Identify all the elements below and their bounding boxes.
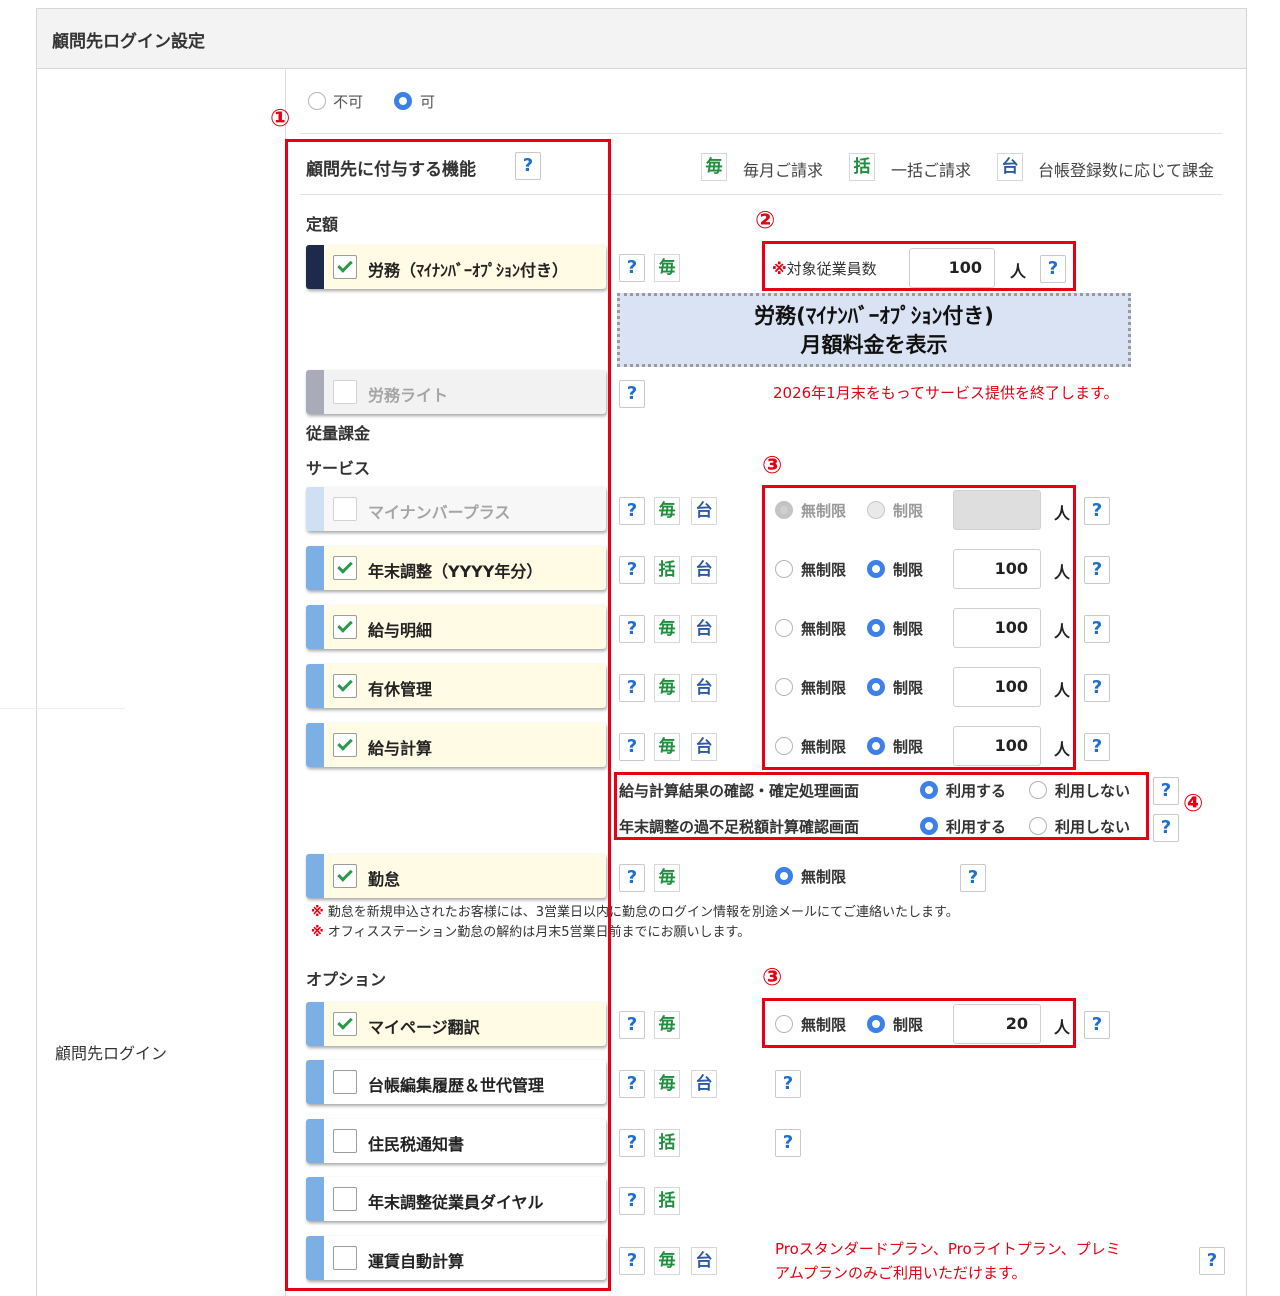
lump-badge-icon: 括 <box>849 153 875 181</box>
monthly-fee-line1: 労務(ﾏｲﾅﾝﾊﾞｰｵﾌﾟｼｮﾝ付き) <box>754 304 994 328</box>
row-label: 顧問先ログイン <box>55 1044 168 1063</box>
help-icon[interactable]: ? <box>775 1070 801 1098</box>
help-icon[interactable]: ? <box>1084 733 1110 761</box>
plan-notice-line1: Proスタンダードプラン、Proライトプラン、プレミ <box>775 1240 1121 1258</box>
end-of-service-notice: 2026年1月末をもってサービス提供を終了します。 <box>773 384 1119 402</box>
annotation-box-3 <box>762 485 1076 770</box>
annotation-marker-3b: ③ <box>762 963 783 991</box>
help-icon[interactable]: ? <box>1199 1247 1225 1275</box>
ledger-badge-icon: 台 <box>691 733 717 761</box>
access-allow-radio[interactable] <box>394 92 412 110</box>
lump-badge-icon: 括 <box>654 556 680 584</box>
help-icon[interactable]: ? <box>619 1187 645 1215</box>
help-icon[interactable]: ? <box>619 1070 645 1098</box>
help-icon[interactable]: ? <box>1084 674 1110 702</box>
monthly-badge-icon: 毎 <box>701 153 727 181</box>
annotation-box-3b <box>762 998 1076 1048</box>
monthly-badge-icon: 毎 <box>654 254 680 282</box>
help-icon[interactable]: ? <box>1084 497 1110 525</box>
lump-badge-icon: 括 <box>654 1187 680 1215</box>
annotation-marker-3: ③ <box>762 451 783 479</box>
access-disallow-radio[interactable] <box>308 92 326 110</box>
legend-lump: 一括ご請求 <box>891 161 972 180</box>
roumu-help-icon[interactable]: ? <box>619 254 645 282</box>
lump-badge-icon: 括 <box>654 1129 680 1157</box>
help-icon[interactable]: ? <box>1084 1011 1110 1039</box>
annotation-marker-4: ④ <box>1183 789 1204 817</box>
monthly-badge-icon: 毎 <box>654 1070 680 1098</box>
ledger-badge-icon: 台 <box>691 556 717 584</box>
monthly-fee-line2: 月額料金を表示 <box>800 333 948 357</box>
monthly-badge-icon: 毎 <box>654 497 680 525</box>
help-icon[interactable]: ? <box>619 1011 645 1039</box>
monthly-badge-icon: 毎 <box>654 674 680 702</box>
help-icon[interactable]: ? <box>619 1129 645 1157</box>
row-divider <box>0 708 125 709</box>
plan-notice-line2: アムプランのみご利用いただけます。 <box>775 1264 1027 1282</box>
help-icon[interactable]: ? <box>619 497 645 525</box>
unlimited-label: 無制限 <box>801 868 847 886</box>
help-icon[interactable]: ? <box>619 733 645 761</box>
help-icon[interactable]: ? <box>1153 777 1179 805</box>
ledger-badge-icon: 台 <box>691 497 717 525</box>
roumu-lite-help-icon[interactable]: ? <box>619 380 645 408</box>
ledger-badge-icon: 台 <box>691 674 717 702</box>
monthly-badge-icon: 毎 <box>654 864 680 892</box>
unlimited-radio[interactable] <box>775 867 793 885</box>
annotation-box-4 <box>614 772 1149 840</box>
help-icon[interactable]: ? <box>1084 615 1110 643</box>
annotation-marker-2: ② <box>755 206 776 234</box>
divider <box>300 133 1222 134</box>
ledger-badge-icon: 台 <box>997 153 1023 181</box>
access-allow-label: 可 <box>420 93 436 111</box>
help-icon[interactable]: ? <box>619 674 645 702</box>
annotation-box-2 <box>762 241 1076 291</box>
monthly-badge-icon: 毎 <box>654 733 680 761</box>
monthly-badge-icon: 毎 <box>654 615 680 643</box>
help-icon[interactable]: ? <box>619 1247 645 1275</box>
legend-monthly: 毎月ご請求 <box>743 161 824 180</box>
access-disallow-label: 不可 <box>333 93 364 111</box>
help-icon[interactable]: ? <box>775 1129 801 1157</box>
annotation-box-1 <box>285 139 611 1291</box>
panel-title: 顧問先ログイン設定 <box>52 32 205 52</box>
monthly-badge-icon: 毎 <box>654 1011 680 1039</box>
ledger-badge-icon: 台 <box>691 1070 717 1098</box>
help-icon[interactable]: ? <box>960 864 986 892</box>
help-icon[interactable]: ? <box>619 556 645 584</box>
legend-ledger: 台帳登録数に応じて課金 <box>1038 161 1215 180</box>
monthly-badge-icon: 毎 <box>654 1247 680 1275</box>
help-icon[interactable]: ? <box>1084 556 1110 584</box>
help-icon[interactable]: ? <box>619 864 645 892</box>
help-icon[interactable]: ? <box>619 615 645 643</box>
annotation-marker-1: ① <box>270 104 291 132</box>
panel-header <box>37 9 1246 69</box>
ledger-badge-icon: 台 <box>691 615 717 643</box>
ledger-badge-icon: 台 <box>691 1247 717 1275</box>
help-icon[interactable]: ? <box>1153 814 1179 842</box>
